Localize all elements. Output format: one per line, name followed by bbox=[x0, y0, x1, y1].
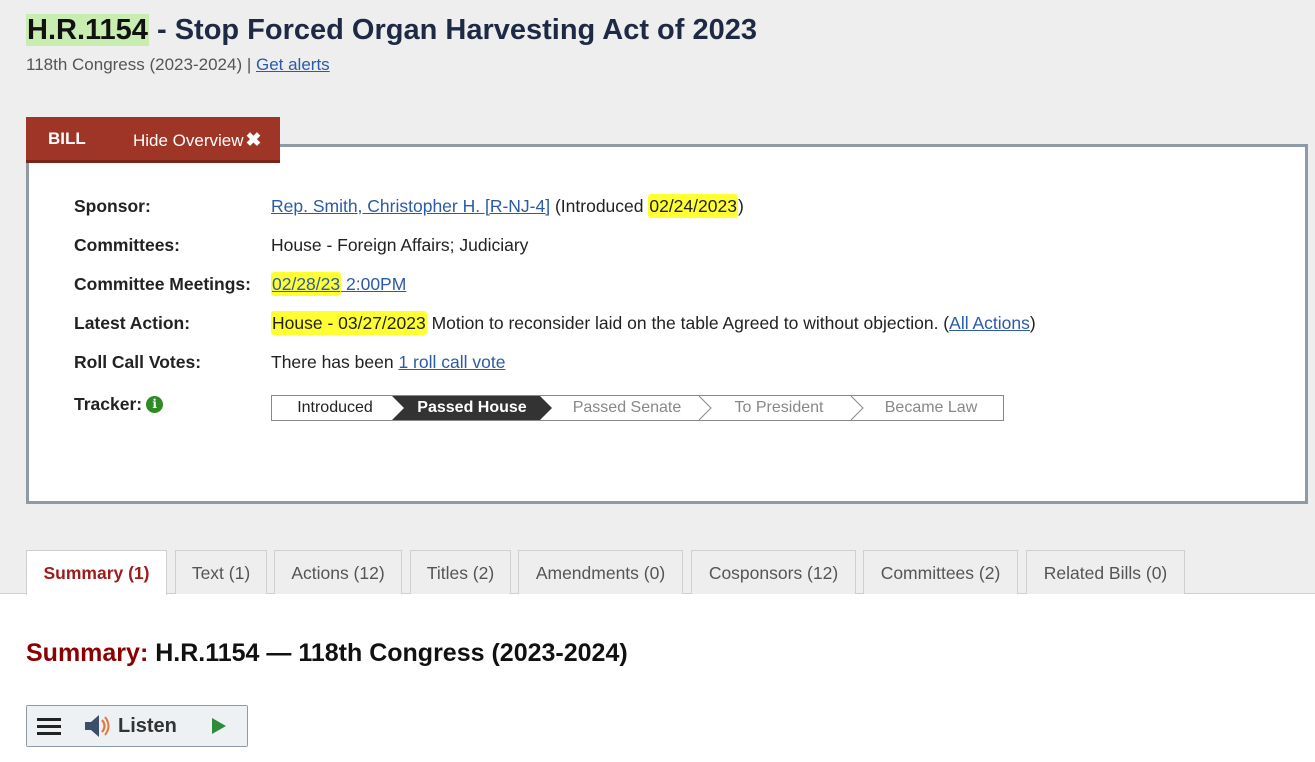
tab-cosponsors[interactable]: Cosponsors (12) bbox=[691, 550, 856, 594]
menu-icon bbox=[37, 718, 61, 735]
close-icon: ✖ bbox=[245, 130, 262, 151]
bill-name: - Stop Forced Organ Harvesting Act of 20… bbox=[148, 14, 757, 46]
tab-summary[interactable]: Summary (1) bbox=[26, 550, 167, 595]
bill-number: H.R.1154 bbox=[26, 14, 149, 46]
tab-committees[interactable]: Committees (2) bbox=[863, 550, 1018, 594]
committees-label: Committees: bbox=[74, 235, 180, 255]
committee-meetings-value: 02/28/23 2:00PM bbox=[271, 272, 406, 296]
bill-tracker: Introduced Passed House Passed Senate To… bbox=[271, 395, 1004, 421]
summary-label: Summary: bbox=[26, 639, 149, 667]
meeting-time-link[interactable]: 2:00PM bbox=[341, 274, 406, 294]
listen-button[interactable]: Listen bbox=[70, 706, 192, 746]
get-alerts-link[interactable]: Get alerts bbox=[256, 55, 330, 74]
introduced-prefix: (Introduced bbox=[550, 196, 649, 216]
tracker-step-to-president: To President bbox=[734, 399, 824, 416]
committees-value: House - Foreign Affairs; Judiciary bbox=[271, 235, 529, 255]
sponsor-link[interactable]: Rep. Smith, Christopher H. [R-NJ-4] bbox=[271, 196, 550, 216]
info-icon[interactable]: i bbox=[146, 396, 164, 413]
latest-action-value: House - 03/27/2023 Motion to reconsider … bbox=[271, 311, 1036, 335]
congress-line: 118th Congress (2023-2024) | Get alerts bbox=[26, 55, 330, 75]
introduced-date: 02/24/2023 bbox=[648, 194, 738, 218]
tab-titles[interactable]: Titles (2) bbox=[410, 550, 511, 594]
roll-call-prefix: There has been bbox=[271, 352, 399, 372]
roll-call-label: Roll Call Votes: bbox=[74, 352, 202, 372]
committee-meetings-label: Committee Meetings: bbox=[74, 274, 251, 294]
congress-text: 118th Congress (2023-2024) | bbox=[26, 55, 256, 74]
tab-text[interactable]: Text (1) bbox=[175, 550, 267, 594]
tab-actions[interactable]: Actions (12) bbox=[274, 550, 402, 594]
bill-tab-label: BILL bbox=[48, 129, 86, 148]
tracker-step-passed-house: Passed House bbox=[392, 396, 552, 420]
overview-tab: BILL Hide Overview ✖ bbox=[26, 117, 280, 163]
bill-title: H.R.1154 - Stop Forced Organ Harvesting … bbox=[26, 12, 757, 48]
play-button[interactable] bbox=[191, 706, 247, 746]
meeting-date-link[interactable]: 02/28/23 bbox=[271, 272, 342, 296]
latest-action-label: Latest Action: bbox=[74, 313, 191, 333]
hide-overview-button[interactable]: Hide Overview ✖ bbox=[133, 129, 261, 152]
latest-action-close: ) bbox=[1029, 313, 1036, 333]
speaker-icon bbox=[85, 715, 110, 737]
listen-player: Listen bbox=[26, 705, 248, 747]
tab-related-bills[interactable]: Related Bills (0) bbox=[1026, 550, 1185, 594]
latest-action-text: Motion to reconsider laid on the table A… bbox=[426, 313, 950, 333]
tracker-step-passed-senate: Passed Senate bbox=[572, 399, 682, 416]
play-icon bbox=[212, 718, 226, 734]
introduced-suffix: ) bbox=[737, 196, 744, 216]
roll-call-link[interactable]: 1 roll call vote bbox=[398, 352, 505, 372]
tab-amendments[interactable]: Amendments (0) bbox=[518, 550, 683, 594]
listen-label: Listen bbox=[118, 715, 177, 737]
summary-heading: Summary: H.R.1154 — 118th Congress (2023… bbox=[26, 639, 628, 668]
all-actions-link[interactable]: All Actions bbox=[949, 313, 1030, 333]
sponsor-value: Rep. Smith, Christopher H. [R-NJ-4] (Int… bbox=[271, 194, 744, 218]
roll-call-value: There has been 1 roll call vote bbox=[271, 352, 505, 373]
tracker-label-row: Tracker: i bbox=[74, 394, 164, 415]
tracker-step-introduced: Introduced bbox=[297, 399, 373, 416]
tracker-label: Tracker: bbox=[74, 394, 143, 414]
latest-action-highlight: House - 03/27/2023 bbox=[271, 311, 427, 335]
summary-title: H.R.1154 — 118th Congress (2023-2024) bbox=[148, 639, 628, 667]
tracker-step-became-law: Became Law bbox=[884, 399, 978, 416]
sponsor-label: Sponsor: bbox=[74, 196, 151, 216]
hide-overview-label: Hide Overview bbox=[133, 131, 244, 150]
player-menu-button[interactable] bbox=[27, 706, 71, 746]
